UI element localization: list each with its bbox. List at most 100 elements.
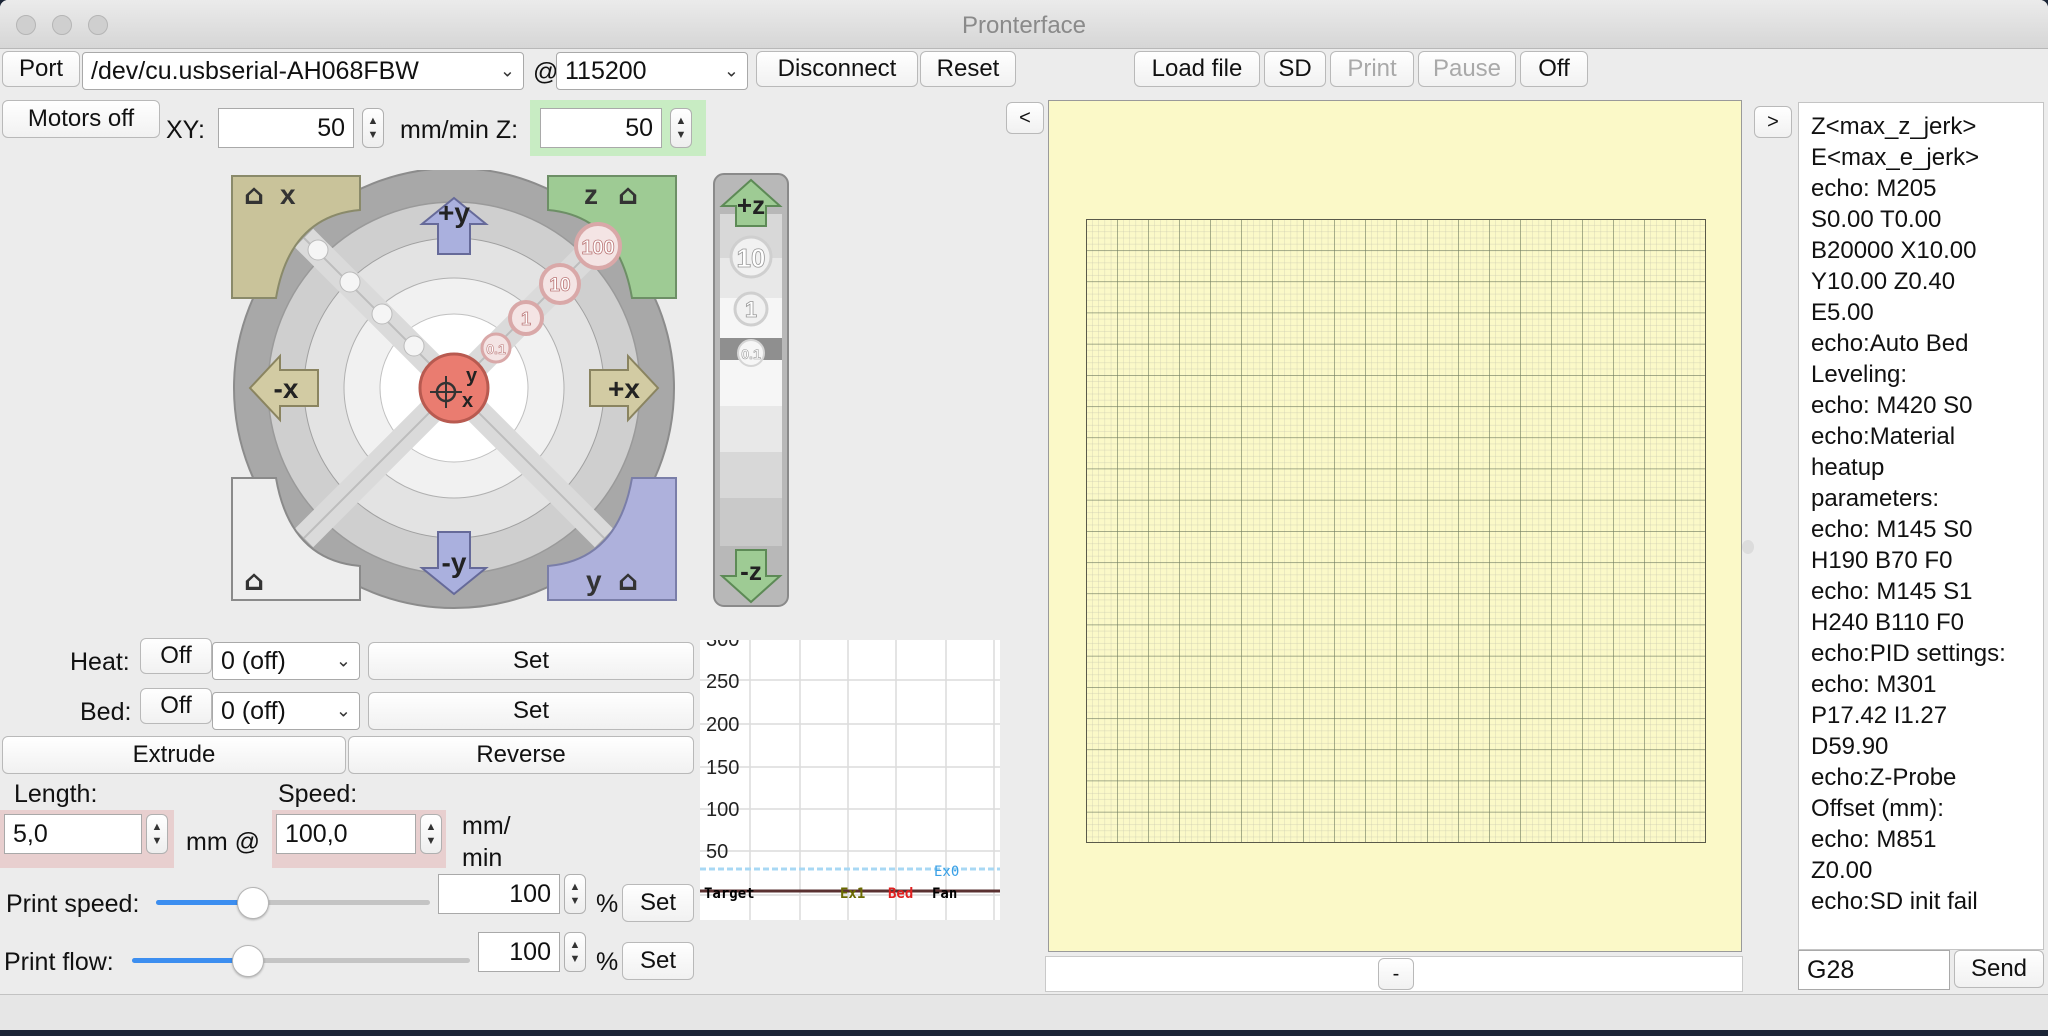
step-1-marker[interactable]: 1 — [508, 300, 544, 336]
splitter-handle[interactable] — [1742, 540, 1754, 554]
sd-button[interactable]: SD — [1264, 51, 1326, 87]
send-button[interactable]: Send — [1954, 950, 2044, 988]
bed-off-button[interactable]: Off — [140, 688, 212, 724]
step-100-marker[interactable]: 100 — [574, 222, 622, 270]
print-flow-stepper[interactable]: ▲ ▼ — [564, 932, 586, 972]
extrude-speed-input[interactable]: 100,0 — [276, 814, 416, 854]
xy-speed-label: XY: — [166, 116, 205, 144]
print-bed-preview[interactable] — [1048, 100, 1742, 952]
window-title: Pronterface — [961, 12, 1087, 39]
chevron-down-icon: ⌄ — [335, 700, 351, 721]
console-log[interactable]: Z<max_z_jerk> E<max_e_jerk> echo: M205 S0.0… — [1798, 102, 2044, 950]
log-line: E<max_e_jerk> — [1811, 144, 1980, 171]
speed-label: Speed: — [278, 780, 358, 808]
print-speed-stepper[interactable]: ▲ ▼ — [564, 874, 586, 914]
load-file-button[interactable]: Load file — [1134, 51, 1260, 87]
print-flow-input[interactable]: 100 — [478, 932, 560, 972]
center-x-label: x — [462, 390, 474, 412]
z-step-10-marker[interactable]: 10 — [729, 235, 773, 279]
svg-text:-y: -y — [442, 547, 467, 578]
print-speed-slider[interactable] — [156, 887, 430, 919]
log-line: Leveling: — [1811, 361, 1908, 388]
print-speed-label: Print speed: — [6, 890, 140, 918]
motors-off-button[interactable]: Motors off — [2, 100, 160, 138]
center-position-button[interactable]: y — [418, 352, 490, 424]
extrude-speed-stepper[interactable]: ▲ ▼ — [420, 814, 442, 854]
baud-value: 115200 — [565, 56, 647, 85]
expand-right-button[interactable]: > — [1754, 106, 1792, 138]
length-input[interactable]: 5,0 — [4, 814, 142, 854]
svg-text:+y: +y — [438, 197, 470, 228]
graph-legend-bed: Bed — [888, 886, 913, 902]
port-button[interactable]: Port — [2, 51, 80, 87]
xy-speed-input[interactable]: 50 — [218, 108, 354, 148]
svg-text:1: 1 — [521, 309, 531, 329]
speed-unit-line2: min — [462, 844, 503, 872]
log-line: Offset (mm): — [1811, 795, 1944, 822]
print-speed-set-button[interactable]: Set — [622, 884, 694, 922]
home-x-label: x — [280, 179, 296, 210]
extrude-button[interactable]: Extrude — [2, 736, 346, 774]
print-button[interactable]: Print — [1330, 51, 1414, 87]
status-bar — [0, 994, 2048, 1030]
command-input[interactable]: G28 — [1798, 950, 1950, 990]
heat-select[interactable]: 0 (off) ⌄ — [212, 642, 360, 680]
bed-select[interactable]: 0 (off) ⌄ — [212, 692, 360, 730]
heat-set-button[interactable]: Set — [368, 642, 694, 680]
bed-value: 0 (off) — [221, 696, 286, 725]
log-line: echo:Material — [1811, 423, 1956, 450]
zoom-out-button[interactable]: - — [1378, 958, 1414, 990]
print-flow-slider-fill — [132, 958, 247, 963]
log-line: H240 B110 F0 — [1811, 609, 1964, 636]
length-label: Length: — [14, 780, 98, 808]
log-line: heatup — [1811, 454, 1885, 481]
svg-text:y: y — [466, 365, 478, 387]
step-10-marker[interactable]: 10 — [539, 263, 581, 305]
jog-control[interactable]: ⌂ x ⌂ z ⌂ ⌂ y +y -y -x +x 100 10 1 0.1 y… — [230, 170, 790, 610]
length-stepper[interactable]: ▲ ▼ — [146, 814, 168, 854]
reverse-button[interactable]: Reverse — [348, 736, 694, 774]
graph-ex0-label: Ex0 — [934, 864, 959, 880]
print-flow-slider[interactable] — [132, 945, 470, 977]
z-step-0-1-marker[interactable]: 0.1 — [737, 339, 765, 367]
off-button[interactable]: Off — [1520, 51, 1588, 87]
graph-ytick-300: 300 — [706, 640, 739, 651]
print-flow-set-button[interactable]: Set — [622, 942, 694, 980]
svg-text:+x: +x — [608, 373, 640, 404]
log-line: echo: M420 S0 — [1811, 392, 1973, 419]
heat-label: Heat: — [70, 648, 130, 676]
z-speed-input[interactable]: 50 — [540, 108, 662, 148]
svg-text:100: 100 — [581, 237, 614, 259]
baud-select[interactable]: 115200 ⌄ — [556, 52, 748, 90]
disconnect-button[interactable]: Disconnect — [756, 51, 918, 87]
print-flow-percent: % — [596, 948, 619, 976]
step-0-1-marker[interactable]: 0.1 — [480, 332, 512, 364]
z-speed-stepper[interactable]: ▲ ▼ — [670, 108, 692, 148]
graph-ytick-50: 50 — [706, 841, 728, 863]
graph-legend-fan: Fan — [932, 886, 957, 902]
print-flow-slider-knob[interactable] — [232, 945, 264, 977]
log-line: D59.90 — [1811, 733, 1889, 760]
pronterface-window: Pronterface Port /dev/cu.usbserial-AH068… — [0, 0, 2048, 1030]
home-icon: ⌂ — [618, 564, 638, 597]
collapse-left-button[interactable]: < — [1006, 102, 1044, 134]
port-select[interactable]: /dev/cu.usbserial-AH068FBW ⌄ — [82, 52, 524, 90]
log-line: echo:SD init fail — [1811, 888, 1978, 915]
reset-button[interactable]: Reset — [920, 51, 1016, 87]
log-line: echo: M205 — [1811, 175, 1937, 202]
heat-off-button[interactable]: Off — [140, 638, 212, 674]
home-icon: ⌂ — [618, 178, 638, 211]
print-speed-slider-knob[interactable] — [237, 887, 269, 919]
svg-text:+z: +z — [737, 190, 765, 220]
print-speed-input[interactable]: 100 — [438, 874, 560, 914]
xy-speed-stepper[interactable]: ▲ ▼ — [362, 108, 384, 148]
bed-set-button[interactable]: Set — [368, 692, 694, 730]
log-line: parameters: — [1811, 485, 1940, 512]
log-line: S0.00 T0.00 — [1811, 206, 1942, 233]
log-line: H190 B70 F0 — [1811, 547, 1953, 574]
z-step-1-marker[interactable]: 1 — [733, 291, 769, 327]
home-y-label: y — [586, 565, 602, 596]
log-line: echo: M851 — [1811, 826, 1937, 853]
svg-text:-z: -z — [740, 556, 762, 586]
pause-button[interactable]: Pause — [1418, 51, 1516, 87]
